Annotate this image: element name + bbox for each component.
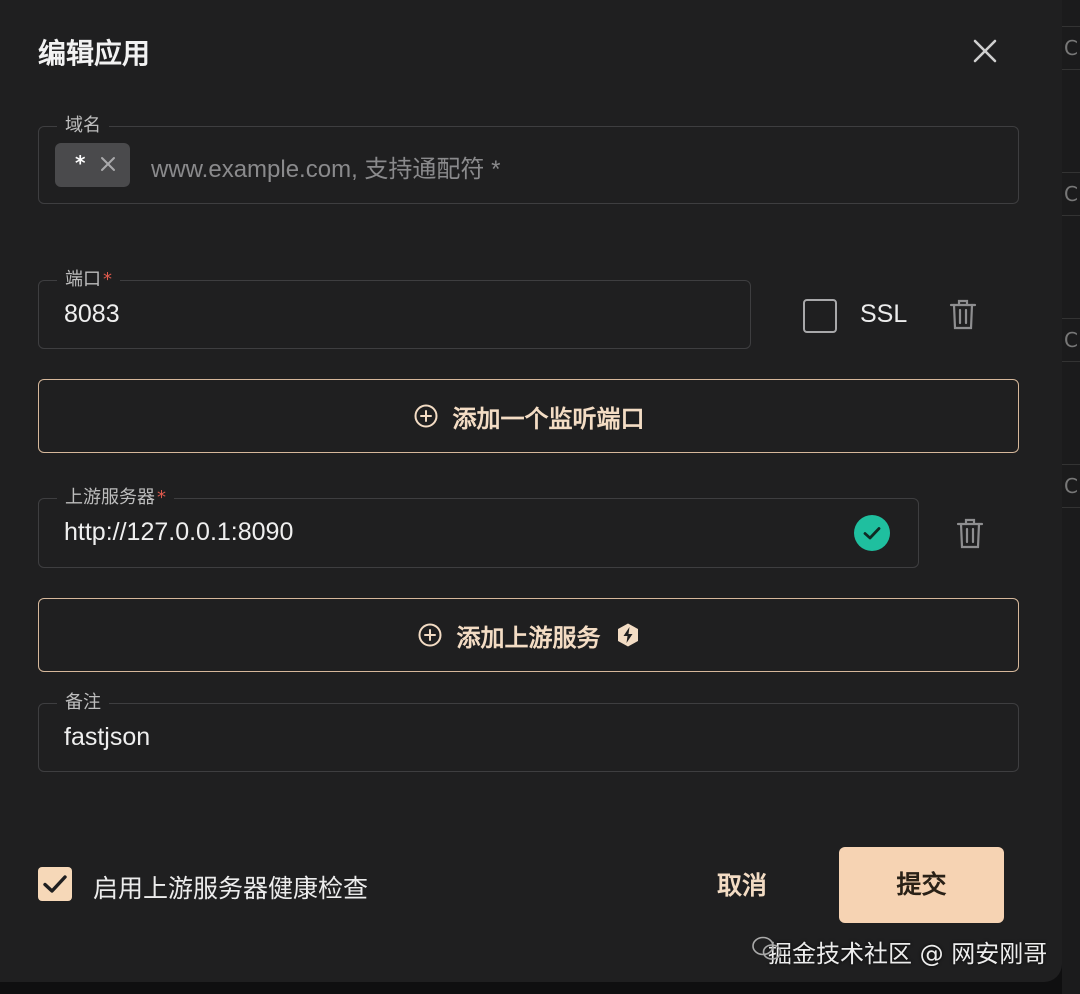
upstream-input[interactable]: http://127.0.0.1:8090 — [64, 518, 293, 547]
close-icon — [973, 39, 997, 63]
domain-chip-text: * — [75, 151, 86, 175]
ssl-checkbox[interactable] — [803, 299, 837, 333]
trash-icon — [949, 299, 977, 330]
background-table-edge: C C C C — [1062, 0, 1080, 994]
add-upstream-button[interactable]: 添加上游服务 — [38, 598, 1019, 672]
dialog-title: 编辑应用 — [38, 37, 151, 70]
delete-upstream-button[interactable] — [955, 517, 985, 551]
plus-circle-icon — [414, 404, 437, 428]
upstream-label: 上游服务器 * — [57, 485, 174, 511]
pro-badge-icon — [617, 623, 638, 647]
watermark-text: 掘金技术社区 @ 网安刚哥 — [768, 940, 1048, 968]
ssl-label: SSL — [860, 300, 908, 328]
delete-port-button[interactable] — [948, 298, 978, 332]
required-mark: * — [103, 269, 112, 290]
port-input[interactable]: 8083 — [64, 300, 120, 329]
chip-remove-button[interactable] — [99, 155, 117, 173]
edit-app-dialog: 编辑应用 域名 * www.example.com, 支持通配符 * 端口 * 8… — [0, 0, 1062, 982]
remark-field[interactable]: 备注 fastjson — [38, 690, 1019, 772]
port-label: 端口 * — [57, 267, 120, 293]
port-field[interactable]: 端口 * 8083 — [38, 267, 751, 349]
background-cell: C — [1062, 464, 1080, 508]
trash-icon — [956, 518, 984, 549]
remark-label: 备注 — [57, 690, 109, 716]
check-icon — [43, 875, 67, 893]
domain-label: 域名 — [57, 113, 109, 139]
add-listen-port-label: 添加一个监听端口 — [452, 404, 645, 433]
remark-input[interactable]: fastjson — [64, 723, 150, 752]
plus-circle-icon — [418, 623, 441, 647]
upstream-field[interactable]: 上游服务器 * http://127.0.0.1:8090 — [38, 485, 919, 568]
watermark: 掘金技术社区 @ 网安刚哥 — [752, 934, 1047, 969]
domain-chip: * — [55, 143, 130, 187]
cancel-button[interactable]: 取消 — [700, 864, 784, 908]
close-button[interactable] — [966, 32, 1004, 70]
add-listen-port-button[interactable]: 添加一个监听端口 — [38, 379, 1019, 453]
background-cell: C — [1062, 318, 1080, 362]
submit-button[interactable]: 提交 — [839, 847, 1004, 923]
domain-field[interactable]: 域名 * www.example.com, 支持通配符 * — [38, 113, 1019, 204]
add-upstream-label: 添加上游服务 — [456, 623, 601, 652]
background-cell: C — [1062, 26, 1080, 70]
health-check-label: 启用上游服务器健康检查 — [93, 874, 369, 903]
background-cell: C — [1062, 172, 1080, 216]
valid-check-icon — [854, 515, 890, 551]
close-icon — [101, 157, 115, 171]
required-mark: * — [157, 487, 166, 508]
domain-input-placeholder[interactable]: www.example.com, 支持通配符 * — [151, 149, 500, 184]
health-check-checkbox[interactable] — [38, 867, 72, 901]
wechat-icon — [752, 936, 782, 960]
